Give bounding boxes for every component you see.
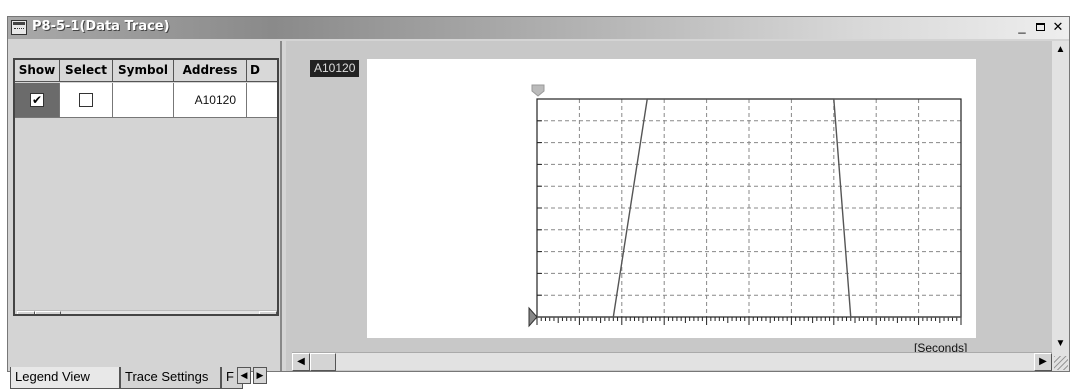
show-checkbox[interactable]: ✔ bbox=[30, 93, 44, 107]
table-row-select-cell bbox=[60, 83, 113, 118]
column-header-address[interactable]: Address bbox=[174, 60, 247, 82]
tab-scroll-left-icon[interactable]: ◀ bbox=[237, 367, 251, 384]
scroll-right-icon[interactable]: ▶ bbox=[259, 311, 277, 314]
hscroll-thumb[interactable] bbox=[310, 353, 336, 371]
trace-pane: A10120 [Seconds] ▲ ▼ ◀ ▶ bbox=[286, 41, 1069, 371]
vertical-scrollbar[interactable]: ▲ ▼ bbox=[1052, 41, 1069, 371]
scroll-up-icon[interactable]: ▲ bbox=[1052, 41, 1069, 58]
trace-label[interactable]: A10120 bbox=[310, 60, 360, 77]
close-button[interactable]: ✕ bbox=[1050, 20, 1066, 35]
tab-scroll-right-icon[interactable]: ▶ bbox=[253, 367, 267, 384]
trace-chart bbox=[528, 84, 962, 328]
column-header-symbol[interactable]: Symbol bbox=[113, 60, 174, 82]
minimize-button[interactable]: _ bbox=[1014, 20, 1030, 35]
legend-pane: Show Select Symbol Address D ✔ A10120 ◀ … bbox=[10, 41, 282, 389]
column-header-select[interactable]: Select bbox=[60, 60, 113, 82]
legend-horizontal-scrollbar[interactable]: ◀ ▶ bbox=[17, 310, 277, 314]
trigger-marker bbox=[531, 84, 545, 97]
data-trace-window: P8-5-1(Data Trace) _ ✕ Show Select Symbo… bbox=[7, 16, 1070, 389]
tab-trace-settings[interactable]: Trace Settings bbox=[120, 367, 221, 389]
scroll-thumb[interactable] bbox=[35, 311, 61, 314]
table-row-symbol-cell[interactable] bbox=[113, 83, 174, 118]
window-app-icon bbox=[11, 20, 27, 35]
time-cursor-marker bbox=[528, 306, 538, 328]
address-value: A10120 bbox=[194, 93, 236, 107]
table-row-show-cell: ✔ bbox=[15, 83, 60, 118]
maximize-icon bbox=[1035, 23, 1045, 31]
hscroll-left-icon[interactable]: ◀ bbox=[292, 353, 310, 371]
horizontal-scrollbar[interactable]: ◀ ▶ bbox=[292, 352, 1052, 371]
scroll-left-icon[interactable]: ◀ bbox=[17, 311, 35, 314]
title-bar[interactable]: P8-5-1(Data Trace) _ ✕ bbox=[8, 17, 1069, 39]
column-header-d[interactable]: D bbox=[247, 60, 277, 82]
table-row-d-cell[interactable] bbox=[247, 83, 277, 118]
select-checkbox[interactable] bbox=[79, 93, 93, 107]
resize-grip-icon[interactable] bbox=[1054, 356, 1068, 370]
scroll-down-icon[interactable]: ▼ bbox=[1052, 335, 1069, 352]
legend-table: Show Select Symbol Address D ✔ A10120 ◀ … bbox=[13, 58, 279, 316]
tab-legend-view[interactable]: Legend View bbox=[10, 367, 120, 389]
window-title: P8-5-1(Data Trace) bbox=[32, 19, 170, 34]
table-row-address-cell[interactable]: A10120 bbox=[174, 83, 247, 118]
column-header-show[interactable]: Show bbox=[15, 60, 60, 82]
hscroll-right-icon[interactable]: ▶ bbox=[1034, 353, 1052, 371]
maximize-button[interactable] bbox=[1032, 20, 1048, 35]
plot-area bbox=[367, 59, 976, 338]
